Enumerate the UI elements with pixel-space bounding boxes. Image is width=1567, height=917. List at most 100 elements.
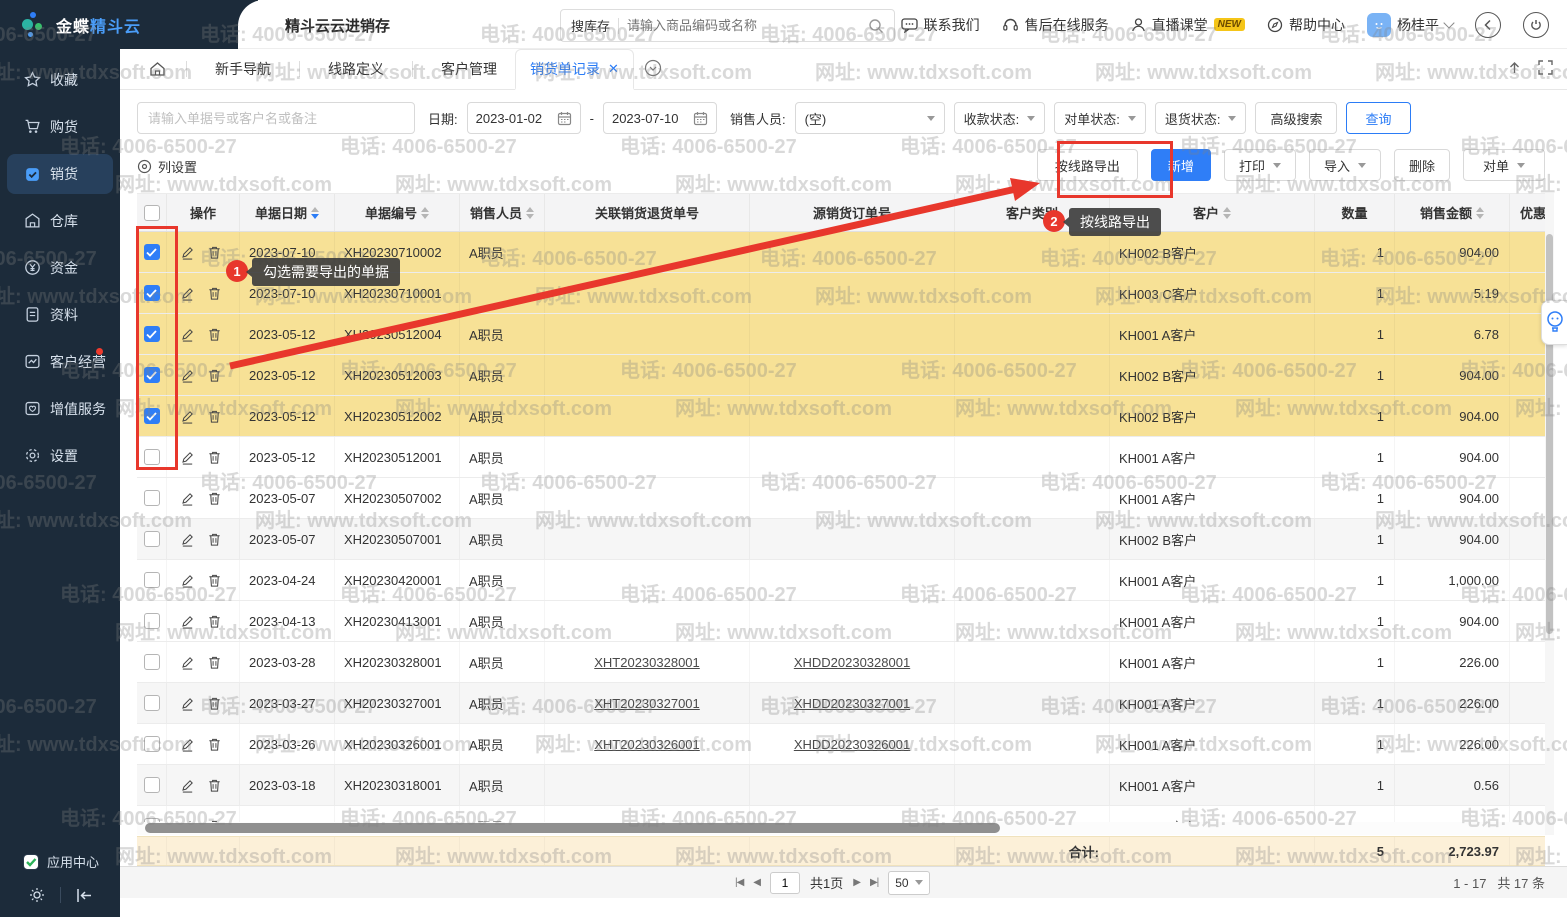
salesperson-select[interactable]: (空) (795, 102, 945, 134)
row-checkbox[interactable] (144, 490, 160, 506)
delete-icon[interactable] (207, 737, 222, 752)
row-checkbox[interactable] (144, 367, 160, 383)
after-sales-service-link[interactable]: 售后在线服务 (1002, 15, 1109, 35)
delete-icon[interactable] (207, 327, 222, 342)
column-header-salesperson[interactable]: 销售人员 (460, 194, 545, 231)
edit-icon[interactable] (180, 778, 195, 793)
tab-sales-records[interactable]: 销货单记录 ✕ (515, 49, 634, 90)
reconcile-button[interactable]: 对单 (1463, 149, 1545, 181)
inventory-search[interactable]: 搜库存 (560, 9, 895, 42)
column-header-doc_no[interactable]: 单据编号 (335, 194, 460, 231)
row-checkbox[interactable] (144, 572, 160, 588)
assistant-widget[interactable] (1541, 300, 1567, 345)
delete-icon[interactable] (207, 491, 222, 506)
row-checkbox[interactable] (144, 244, 160, 260)
delete-icon[interactable] (207, 532, 222, 547)
advanced-search-button[interactable]: 高级搜索 (1255, 102, 1337, 134)
edit-icon[interactable] (180, 737, 195, 752)
edit-icon[interactable] (180, 368, 195, 383)
scroll-top-icon[interactable] (1507, 60, 1522, 75)
sidebar-item-zengzhifuwu[interactable]: 增值服务 (0, 385, 120, 432)
date-to-input[interactable]: 2023-07-10 (603, 102, 717, 134)
sidebar-item-xiaohuo[interactable]: 销货 (7, 154, 113, 194)
delete-icon[interactable] (207, 614, 222, 629)
vertical-scrollbar[interactable] (1545, 193, 1554, 835)
tab-customer-management[interactable]: 客户管理 (427, 59, 511, 79)
prev-page-icon[interactable]: ◀ (753, 877, 760, 888)
search-input[interactable] (627, 18, 860, 33)
sidebar-item-app-center[interactable]: 应用中心 (0, 852, 120, 871)
sort-icon[interactable] (1223, 207, 1231, 219)
select-all-checkbox[interactable] (144, 205, 160, 221)
row-checkbox[interactable] (144, 531, 160, 547)
delete-button[interactable]: 删除 (1394, 149, 1450, 181)
vertical-scrollbar-thumb[interactable] (1546, 234, 1553, 634)
search-icon[interactable] (868, 18, 884, 34)
import-button[interactable]: 导入 (1309, 149, 1381, 181)
sidebar-item-gouhuo[interactable]: 购货 (0, 103, 120, 150)
row-checkbox[interactable] (144, 777, 160, 793)
sidebar-item-shoucang[interactable]: 收藏 (0, 56, 120, 103)
close-tab-icon[interactable]: ✕ (608, 61, 619, 77)
return-order-link[interactable]: XHT20230327001 (594, 696, 700, 711)
last-page-icon[interactable]: ▶| (870, 877, 878, 888)
edit-icon[interactable] (180, 409, 195, 424)
row-checkbox[interactable] (144, 408, 160, 424)
help-center-link[interactable]: 帮助中心 (1267, 15, 1345, 35)
logout-power-icon[interactable] (1523, 12, 1549, 38)
column-header-date[interactable]: 单据日期 (240, 194, 335, 231)
date-from-input[interactable]: 2023-01-02 (467, 102, 581, 134)
theme-icon[interactable] (22, 887, 52, 903)
fullscreen-icon[interactable] (1538, 60, 1553, 75)
row-checkbox[interactable] (144, 695, 160, 711)
edit-icon[interactable] (180, 491, 195, 506)
user-menu[interactable]: 杨桂平 (1367, 13, 1453, 37)
edit-icon[interactable] (180, 696, 195, 711)
edit-icon[interactable] (180, 614, 195, 629)
query-button[interactable]: 查询 (1346, 102, 1410, 134)
home-tab-icon[interactable] (142, 61, 172, 77)
row-checkbox[interactable] (144, 449, 160, 465)
return-status-select[interactable]: 退货状态: (1155, 102, 1247, 134)
row-checkbox[interactable] (144, 736, 160, 752)
edit-icon[interactable] (180, 327, 195, 342)
edit-icon[interactable] (180, 655, 195, 670)
payment-status-select[interactable]: 收款状态: (954, 102, 1046, 134)
edit-icon[interactable] (180, 450, 195, 465)
delete-icon[interactable] (207, 286, 222, 301)
horizontal-scrollbar[interactable] (137, 822, 1545, 835)
horizontal-scrollbar-thumb[interactable] (145, 823, 1000, 833)
sidebar-item-cangku[interactable]: 仓库 (0, 197, 120, 244)
back-icon[interactable] (1475, 12, 1501, 38)
keyword-search-input[interactable] (137, 102, 415, 134)
sort-icon[interactable] (526, 207, 534, 219)
next-page-icon[interactable]: ▶ (853, 877, 860, 888)
reconcile-status-select[interactable]: 对单状态: (1054, 102, 1146, 134)
column-header-customer[interactable]: 客户 (1110, 194, 1315, 231)
edit-icon[interactable] (180, 286, 195, 301)
delete-icon[interactable] (207, 655, 222, 670)
row-checkbox[interactable] (144, 613, 160, 629)
source-order-link[interactable]: XHDD20230326001 (794, 737, 910, 752)
delete-icon[interactable] (207, 245, 222, 260)
row-checkbox[interactable] (144, 285, 160, 301)
column-header-amount[interactable]: 销售金额 (1395, 194, 1510, 231)
collapse-sidebar-icon[interactable] (69, 888, 99, 903)
tab-newbie-guide[interactable]: 新手导航 (201, 59, 285, 79)
add-button[interactable]: 新增 (1151, 149, 1211, 181)
return-order-link[interactable]: XHT20230326001 (594, 737, 700, 752)
sidebar-item-ziliao[interactable]: 资料 (0, 291, 120, 338)
sort-icon[interactable] (421, 207, 429, 219)
sort-icon[interactable] (1476, 207, 1484, 219)
tab-route-definition[interactable]: 线路定义 (314, 59, 398, 79)
delete-icon[interactable] (207, 573, 222, 588)
sidebar-item-kehujingying[interactable]: 客户经营 (0, 338, 120, 385)
tab-list-dropdown-icon[interactable] (644, 59, 662, 80)
contact-us-link[interactable]: 联系我们 (901, 15, 980, 35)
return-order-link[interactable]: XHT20230328001 (594, 655, 700, 670)
page-size-select[interactable]: 50 (888, 871, 929, 895)
edit-icon[interactable] (180, 245, 195, 260)
delete-icon[interactable] (207, 696, 222, 711)
source-order-link[interactable]: XHDD20230327001 (794, 696, 910, 711)
first-page-icon[interactable]: |◀ (735, 877, 743, 888)
